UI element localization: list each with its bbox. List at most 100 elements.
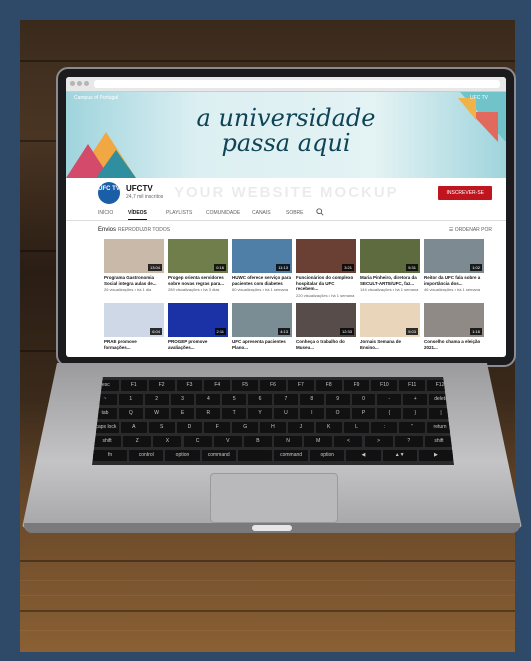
video-thumbnail[interactable]: 3:21 <box>296 239 356 273</box>
keyboard-key[interactable]: ? <box>394 436 423 447</box>
keyboard-key[interactable]: option <box>310 450 345 461</box>
keyboard-key[interactable]: ▶ <box>418 450 453 461</box>
keyboard-key[interactable]: " <box>399 422 426 433</box>
keyboard-key[interactable]: F <box>204 422 231 433</box>
video-thumbnail[interactable]: 1:02 <box>424 239 484 273</box>
keyboard-key[interactable]: H <box>260 422 286 433</box>
search-icon[interactable] <box>316 208 324 218</box>
keyboard-key[interactable]: F5 <box>232 380 259 391</box>
video-thumbnail[interactable]: 5:03 <box>360 303 420 337</box>
keyboard-key[interactable]: F11 <box>399 380 426 391</box>
video-card[interactable]: 2:11 PROGEP promove avaliações... <box>168 303 228 350</box>
video-card[interactable]: 5:03 Jornais Semana de Ensino... <box>360 303 420 350</box>
video-title[interactable]: Programa Gastronomia Social integra aula… <box>104 275 164 286</box>
keyboard-key[interactable]: P <box>351 408 376 419</box>
video-thumbnail[interactable]: 5:31 <box>360 239 420 273</box>
keyboard-key[interactable]: 0 <box>351 394 376 405</box>
keyboard-key[interactable]: F4 <box>204 380 231 391</box>
keyboard-key[interactable]: command <box>201 450 236 461</box>
tab-inicio[interactable]: INÍCIO <box>98 210 113 216</box>
keyboard-key[interactable]: fn <box>93 450 128 461</box>
sort-button[interactable]: ☰ ORDENAR POR <box>449 227 492 233</box>
keyboard-key[interactable]: T <box>222 408 247 419</box>
video-card[interactable]: 6:04 PRAE promove formações... <box>104 303 164 350</box>
keyboard-key[interactable]: 4 <box>196 394 221 405</box>
tab-sobre[interactable]: SOBRE <box>286 210 304 216</box>
video-card[interactable]: 1:16 Conselho chama a eleição 2021... <box>424 303 484 350</box>
keyboard-key[interactable]: R <box>196 408 221 419</box>
keyboard-key[interactable]: F9 <box>343 380 370 391</box>
keyboard-key[interactable]: C <box>183 436 212 447</box>
video-title[interactable]: UFC apresenta pacientes Plano... <box>232 339 292 350</box>
keyboard-key[interactable]: F2 <box>148 380 175 391</box>
video-card[interactable]: 1:02 Reitor da UFC fala sobre a importânc… <box>424 239 484 292</box>
browser-close-dot[interactable] <box>70 81 75 86</box>
keyboard-key[interactable]: shift <box>93 436 122 447</box>
keyboard-key[interactable]: ◀ <box>346 450 381 461</box>
video-card[interactable]: 5:31 Maria Pinheiro, diretora da SECULT-A… <box>360 239 420 292</box>
keyboard-key[interactable]: 7 <box>274 394 298 405</box>
video-card[interactable]: 13:04 Programa Gastronomia Social integra… <box>104 239 164 292</box>
keyboard-key[interactable]: B <box>243 436 272 447</box>
keyboard-key[interactable]: X <box>153 436 182 447</box>
video-card[interactable]: 12:33 Conheça o trabalho do Museu... <box>296 303 356 350</box>
keyboard-key[interactable]: U <box>274 408 298 419</box>
keyboard-key[interactable]: L <box>343 422 370 433</box>
keyboard-key[interactable]: F3 <box>176 380 203 391</box>
video-title[interactable]: Conselho chama a eleição 2021... <box>424 339 484 350</box>
video-title[interactable]: PRAE promove formações... <box>104 339 164 350</box>
keyboard-key[interactable]: option <box>165 450 200 461</box>
trackpad[interactable] <box>210 473 338 523</box>
keyboard-key[interactable]: 1 <box>118 394 143 405</box>
keyboard-key[interactable]: Y <box>248 408 272 419</box>
video-title[interactable]: HUWC oferece serviço para pacientes com … <box>232 275 292 286</box>
keyboard-key[interactable]: F8 <box>315 380 342 391</box>
keyboard-key[interactable]: < <box>334 436 363 447</box>
keyboard-key[interactable]: W <box>144 408 169 419</box>
keyboard-key[interactable]: : <box>371 422 398 433</box>
subscribe-button[interactable]: INSCREVER-SE <box>438 186 492 200</box>
url-bar[interactable] <box>94 80 500 88</box>
keyboard-key[interactable]: S <box>148 422 175 433</box>
video-thumbnail[interactable]: 11:13 <box>232 239 292 273</box>
video-title[interactable]: Maria Pinheiro, diretora da SECULT-ARTE/… <box>360 275 420 286</box>
keyboard-key[interactable]: 3 <box>170 394 195 405</box>
video-card[interactable]: 0:16 Progep orienta servidores sobre nova… <box>168 239 228 292</box>
keyboard-key[interactable]: 9 <box>325 394 350 405</box>
tab-canais[interactable]: CANAIS <box>252 210 271 216</box>
tab-playlists[interactable]: PLAYLISTS <box>166 210 192 216</box>
video-card[interactable]: 4:13 UFC apresenta pacientes Plano... <box>232 303 292 350</box>
keyboard-key[interactable]: control <box>129 450 164 461</box>
keyboard-key[interactable]: - <box>377 394 402 405</box>
video-title[interactable]: Jornais Semana de Ensino... <box>360 339 420 350</box>
browser-maximize-dot[interactable] <box>84 81 89 86</box>
video-title[interactable]: Reitor da UFC fala sobre a importância d… <box>424 275 484 286</box>
video-title[interactable]: PROGEP promove avaliações... <box>168 339 228 350</box>
keyboard-key[interactable]: Q <box>118 408 143 419</box>
video-thumbnail[interactable]: 6:04 <box>104 303 164 337</box>
keyboard-key[interactable]: shift <box>424 436 453 447</box>
keyboard-key[interactable]: 8 <box>299 394 324 405</box>
video-thumbnail[interactable]: 1:16 <box>424 303 484 337</box>
keyboard-key[interactable]: E <box>170 408 195 419</box>
tab-videos[interactable]: VÍDEOS <box>128 210 147 220</box>
keyboard-key[interactable]: + <box>403 394 428 405</box>
keyboard-key[interactable]: G <box>232 422 259 433</box>
keyboard-key[interactable]: Z <box>123 436 152 447</box>
video-thumbnail[interactable]: 12:33 <box>296 303 356 337</box>
channel-avatar[interactable]: UFC TV <box>98 182 120 204</box>
keyboard-key[interactable]: ▲▼ <box>382 450 417 461</box>
keyboard-key[interactable] <box>237 450 272 461</box>
video-title[interactable]: Progep orienta servidores sobre novas re… <box>168 275 228 286</box>
keyboard-key[interactable]: N <box>274 436 303 447</box>
keyboard-key[interactable]: M <box>304 436 333 447</box>
keyboard-key[interactable]: command <box>274 450 309 461</box>
keyboard-key[interactable]: O <box>325 408 350 419</box>
keyboard-key[interactable]: 2 <box>144 394 169 405</box>
keyboard-key[interactable]: J <box>287 422 314 433</box>
keyboard-key[interactable]: V <box>213 436 242 447</box>
keyboard-key[interactable]: F6 <box>260 380 286 391</box>
keyboard-key[interactable]: F1 <box>120 380 147 391</box>
video-thumbnail[interactable]: 13:04 <box>104 239 164 273</box>
keyboard-key[interactable]: 5 <box>222 394 247 405</box>
